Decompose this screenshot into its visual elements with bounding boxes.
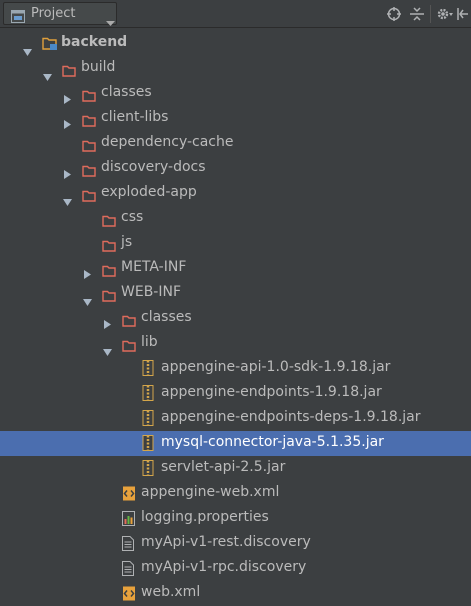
tree-item-label: appengine-web.xml <box>141 484 280 500</box>
tree-row[interactable]: exploded-app <box>0 181 471 206</box>
tree-item-label: css <box>121 209 144 225</box>
tree-item-label: js <box>121 234 133 250</box>
folder-icon <box>82 87 96 106</box>
tree-item-label: WEB-INF <box>121 284 181 300</box>
tree-item-label: web.xml <box>141 584 201 600</box>
tree-item-label: dependency-cache <box>101 134 234 150</box>
project-toolbar: Project <box>0 0 471 28</box>
tree-row[interactable]: dependency-cache <box>0 131 471 156</box>
tree-row[interactable]: mysql-connector-java-5.1.35.jar <box>0 431 471 456</box>
jar-icon <box>142 385 154 405</box>
project-view-label: Project <box>31 6 76 21</box>
settings-icon[interactable] <box>437 6 453 25</box>
tree-item-label: backend <box>61 34 128 50</box>
collapse-all-icon[interactable] <box>410 6 424 25</box>
tree-row[interactable]: appengine-api-1.0-sdk-1.9.18.jar <box>0 356 471 381</box>
project-view-selector[interactable]: Project <box>3 2 117 27</box>
tree-item-label: appengine-endpoints-1.9.18.jar <box>161 384 382 400</box>
folder-icon <box>102 287 116 306</box>
tree-item-label: myApi-v1-rpc.discovery <box>141 559 307 575</box>
tree-row[interactable]: discovery-docs <box>0 156 471 181</box>
tree-row[interactable]: META-INF <box>0 256 471 281</box>
properties-file-icon <box>122 511 135 530</box>
folder-icon <box>102 237 116 256</box>
folder-icon <box>62 62 76 81</box>
tree-row[interactable]: js <box>0 231 471 256</box>
jar-icon <box>142 410 154 430</box>
tree-item-label: myApi-v1-rest.discovery <box>141 534 311 550</box>
tree-row[interactable]: appengine-endpoints-deps-1.9.18.jar <box>0 406 471 431</box>
chevron-down-icon <box>106 12 115 31</box>
xml-file-icon <box>122 486 136 505</box>
tree-row[interactable]: WEB-INF <box>0 281 471 306</box>
jar-icon <box>142 460 154 480</box>
folder-icon <box>82 112 96 131</box>
tree-item-label: servlet-api-2.5.jar <box>161 459 286 475</box>
xml-file-icon <box>122 586 136 605</box>
tree-row[interactable]: client-libs <box>0 106 471 131</box>
tree-item-label: build <box>81 59 116 75</box>
tree-row[interactable]: web.xml <box>0 581 471 606</box>
tree-item-label: META-INF <box>121 259 187 275</box>
folder-icon <box>82 137 96 156</box>
tree-item-label: exploded-app <box>101 184 197 200</box>
tree-row[interactable]: myApi-v1-rest.discovery <box>0 531 471 556</box>
tree-row[interactable]: appengine-endpoints-1.9.18.jar <box>0 381 471 406</box>
text-file-icon <box>122 536 134 555</box>
tree-row[interactable]: classes <box>0 81 471 106</box>
tree-row[interactable]: myApi-v1-rpc.discovery <box>0 556 471 581</box>
tree-item-label: discovery-docs <box>101 159 206 175</box>
toolbar-separator <box>430 5 431 23</box>
tree-row[interactable]: servlet-api-2.5.jar <box>0 456 471 481</box>
tree-row[interactable]: classes <box>0 306 471 331</box>
folder-icon <box>102 212 116 231</box>
text-file-icon <box>122 561 134 580</box>
tree-item-label: classes <box>101 84 152 100</box>
tree-item-label: appengine-api-1.0-sdk-1.9.18.jar <box>161 359 391 375</box>
tree-item-label: lib <box>141 334 158 350</box>
tree-row[interactable]: css <box>0 206 471 231</box>
tree-item-label: classes <box>141 309 192 325</box>
tree-row[interactable]: lib <box>0 331 471 356</box>
tree-row[interactable]: backend <box>0 31 471 56</box>
tree-item-label: client-libs <box>101 109 169 125</box>
tree-item-label: mysql-connector-java-5.1.35.jar <box>161 434 384 450</box>
folder-icon <box>122 337 136 356</box>
project-view-icon <box>11 8 25 27</box>
tree-item-label: appengine-endpoints-deps-1.9.18.jar <box>161 409 421 425</box>
jar-icon <box>142 360 154 380</box>
folder-icon <box>102 262 116 281</box>
tree-row[interactable]: build <box>0 56 471 81</box>
tree-item-label: logging.properties <box>141 509 269 525</box>
tree-row[interactable]: appengine-web.xml <box>0 481 471 506</box>
hide-icon[interactable] <box>457 6 469 25</box>
module-folder-icon <box>42 36 58 55</box>
folder-icon <box>122 312 136 331</box>
jar-icon <box>142 435 154 455</box>
folder-icon <box>82 187 96 206</box>
locate-icon[interactable] <box>387 6 401 25</box>
tree-row[interactable]: logging.properties <box>0 506 471 531</box>
folder-icon <box>82 162 96 181</box>
